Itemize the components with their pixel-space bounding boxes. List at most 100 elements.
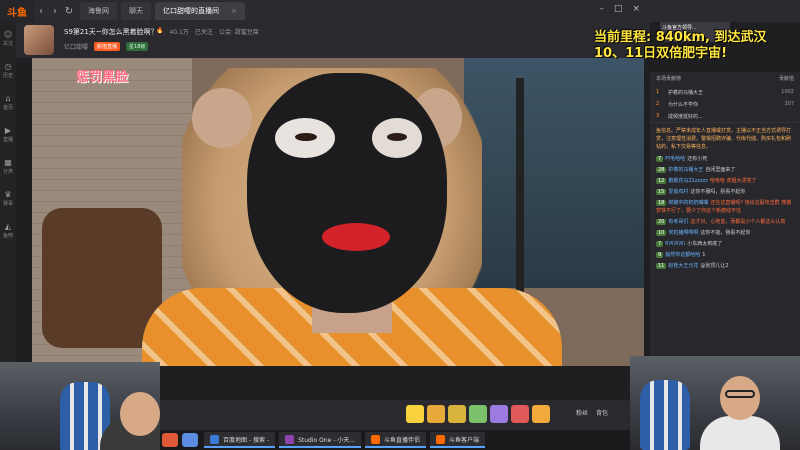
gift-item[interactable] [427, 405, 445, 423]
rank-row[interactable]: 3 成频度挺好的... [650, 110, 800, 122]
chat-text: 这你不能，我看不起你 [700, 230, 751, 236]
nav-category[interactable]: ▦ 分类 [0, 150, 16, 182]
category-icon: ▦ [4, 157, 12, 167]
tab-live-room[interactable]: 亿口甜嘤的直播间 × [155, 2, 245, 20]
browser-icon [210, 434, 219, 444]
user-level: 11 [656, 263, 667, 269]
chat-user[interactable]: 有考哥们 [668, 219, 688, 225]
level-badge: 星18级 [126, 42, 149, 51]
close-icon[interactable]: × [632, 4, 640, 14]
gift-item[interactable] [406, 405, 424, 423]
follow-status[interactable]: 已关注 [195, 27, 213, 36]
gift-actions: 粉丝 背包 [576, 408, 608, 417]
chat-text: @张顶儿让2 [700, 263, 729, 269]
tab-label: 海鲁网 [88, 7, 109, 15]
title-bar: 斗鱼 ‹ › ↻ 海鲁网 聊天 亿口甜嘤的直播间 × – □ × [0, 0, 800, 22]
nav-home[interactable]: ⌂ 首页 [0, 86, 16, 118]
nav-fish[interactable]: ◭ 鱼吧 [0, 214, 16, 246]
bag-button[interactable]: 背包 [596, 408, 608, 417]
fans-button[interactable]: 粉丝 [576, 408, 588, 417]
forward-icon[interactable]: › [48, 6, 62, 17]
user-level: 7 [656, 156, 664, 162]
history-icon: ◷ [4, 61, 12, 71]
chat-user[interactable]: 宋粒猪啊啊啊 [668, 230, 698, 236]
eye-right [387, 133, 407, 141]
tab-haiyu[interactable]: 海鲁网 [80, 2, 117, 20]
os-taskbar: 百度地图 - 搜索 - Studio One - 小天... 斗鱼直播伴侣 斗鱼… [160, 430, 630, 450]
user-level: 15 [656, 189, 667, 195]
category-badge[interactable]: 颜值直播 [94, 42, 121, 51]
red-lips [322, 223, 390, 251]
chat-user[interactable]: 赵桂大王元花 [668, 263, 698, 269]
left-nav: ☺ 关注 ◷ 历史 ⌂ 首页 ▶ 直播 ▦ 分类 ♛ 赛事 ◭ 鱼吧 [0, 22, 16, 402]
chat-text: 自闭里面来了 [705, 167, 736, 173]
maximize-icon[interactable]: □ [614, 4, 623, 14]
rank-row[interactable]: 2 为什么不学你 307 [650, 98, 800, 110]
gaming-chair [640, 380, 690, 450]
chat-user[interactable]: 爱偷鸡村 [668, 189, 688, 195]
gift-item[interactable] [511, 405, 529, 423]
taskbar-item[interactable]: 斗鱼客户端 [430, 432, 486, 448]
douyu-icon [436, 434, 446, 444]
chat-message: 10 宋粒猪啊啊啊 这你不能，我看不起你 [656, 229, 794, 237]
gift-item[interactable] [490, 405, 508, 423]
streamer-avatar[interactable] [24, 25, 54, 55]
taskbar-item[interactable]: 百度地图 - 搜索 - [204, 432, 276, 448]
rank-user: 成频度挺好的... [668, 113, 703, 120]
tab-chat[interactable]: 聊天 [121, 2, 151, 20]
chat-message: 12 鹅鹅花马22zzzzz 哈哈哈 虎姐大漂亮了 [656, 177, 794, 185]
taskbar-label: 斗鱼客户端 [449, 436, 480, 444]
taskbar-item[interactable]: Studio One - 小天... [279, 432, 361, 448]
studio-icon [285, 434, 295, 444]
overlay-line-2: 10、11日双倍肥宇宙! [594, 46, 728, 61]
chat-user[interactable]: 鲜嫩中的奶奶嘴嘴 [668, 200, 708, 206]
gift-item[interactable] [469, 405, 487, 423]
home-icon: ⌂ [5, 93, 11, 103]
rank-title[interactable]: 本场贡献榜 [656, 75, 681, 83]
chat-message: 11 赵桂大王元花 @张顶儿让2 [656, 262, 794, 270]
streamer-name[interactable]: 亿口甜嘤 [64, 42, 88, 51]
refresh-icon[interactable]: ↻ [62, 6, 76, 17]
taskbar-label: 斗鱼直播伴侣 [384, 436, 421, 444]
room-stats: 🔥 40.1万 已关注 公会: 甜蜜豆腐 [156, 27, 259, 36]
chat-message: 7 叼毛哈哈 还有小死 [656, 155, 794, 163]
rank-score-title: 贡献值 [778, 76, 794, 82]
live-video[interactable]: 惩罚黑脸 [32, 58, 644, 366]
taskbar-item[interactable]: 斗鱼直播伴侣 [365, 432, 427, 448]
nav-history[interactable]: ◷ 历史 [0, 54, 16, 86]
app-icon[interactable] [182, 433, 198, 447]
rank-row[interactable]: 1 护着的马桶大王 1002 [650, 86, 800, 98]
nav-follow[interactable]: ☺ 关注 [0, 22, 16, 54]
chat-user[interactable]: 护着的马桶大王 [668, 167, 703, 173]
gift-list [406, 405, 550, 423]
chair [42, 208, 162, 348]
match-icon: ♛ [4, 189, 12, 199]
chat-user[interactable]: 叼毛哈哈 [665, 156, 685, 162]
room-title: S9第21天~你怎么黑着脸啊？ [64, 28, 158, 36]
chat-user[interactable]: 貌然你这都哈哈 [665, 252, 700, 258]
back-icon[interactable]: ‹ [34, 6, 48, 17]
minimize-icon[interactable]: – [599, 4, 604, 14]
background-window [464, 58, 644, 288]
chat-text: 哈哈哈 虎姐大漂亮了 [709, 178, 757, 184]
guild-label: 公会: 甜蜜豆腐 [218, 29, 259, 36]
gift-item[interactable] [448, 405, 466, 423]
hot-icon: 🔥 [156, 27, 164, 34]
nav-live[interactable]: ▶ 直播 [0, 118, 16, 150]
chat-text: 小东西太到底了 [687, 241, 723, 247]
nav-match[interactable]: ♛ 赛事 [0, 182, 16, 214]
rank-user: 护着的马桶大王 [668, 89, 704, 96]
window-controls: – □ × [599, 4, 640, 14]
chat-user[interactable]: 鹅鹅花马22zzzzz [668, 178, 708, 184]
close-tab-icon[interactable]: × [231, 7, 237, 15]
chat-message: 15 爱偷鸡村 这你不服吗，别看不起你 [656, 188, 794, 196]
user-level: 12 [656, 178, 667, 184]
chat-user[interactable]: 叭叭叭叭 [665, 241, 685, 247]
gift-item[interactable] [532, 405, 550, 423]
webcam-right [630, 356, 800, 450]
user-level: 7 [656, 241, 664, 247]
app-icon[interactable] [162, 433, 178, 447]
chat-text: 1 [702, 252, 706, 258]
rank-number: 1 [656, 89, 660, 95]
person-head [120, 392, 160, 436]
